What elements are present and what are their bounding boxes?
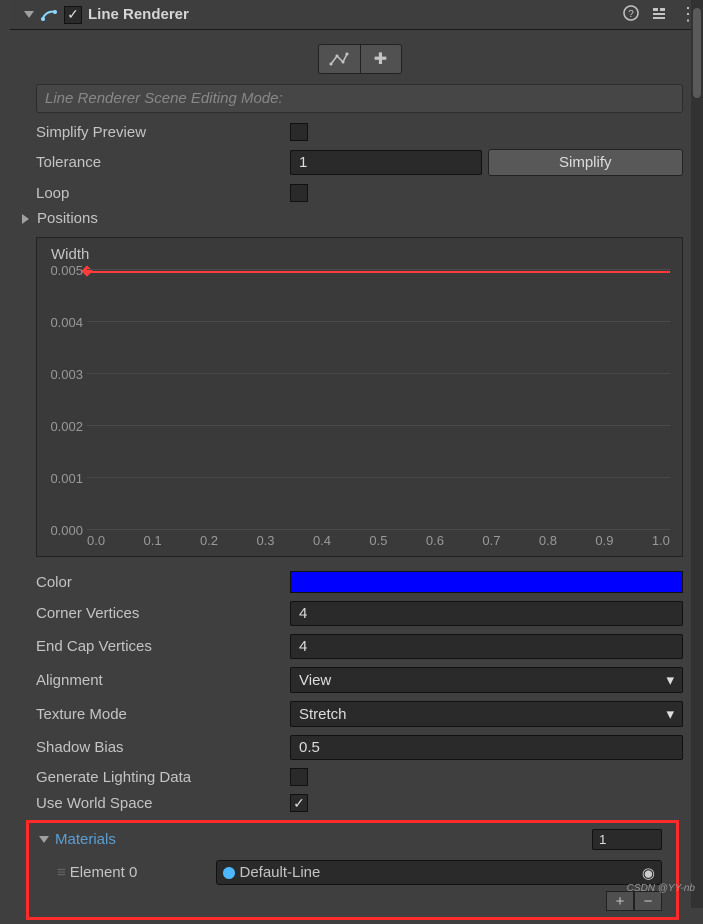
remove-element-button[interactable]: − xyxy=(634,891,662,911)
materials-foldout-icon[interactable] xyxy=(39,836,49,843)
width-label: Width xyxy=(47,244,670,269)
preset-icon[interactable] xyxy=(651,5,667,25)
materials-size-input[interactable] xyxy=(592,829,662,850)
help-icon[interactable]: ? xyxy=(623,5,639,25)
materials-label: Materials xyxy=(55,831,586,848)
shadow-bias-input[interactable] xyxy=(290,735,683,760)
end-cap-vertices-input[interactable] xyxy=(290,634,683,659)
simplify-button[interactable]: Simplify xyxy=(488,149,684,176)
generate-lighting-label: Generate Lighting Data xyxy=(36,769,282,786)
scrollbar-thumb[interactable] xyxy=(693,8,701,98)
color-gradient-field[interactable] xyxy=(290,571,683,593)
element-0-object-field[interactable]: Default-Line ◉ xyxy=(216,860,662,885)
positions-foldout-icon[interactable] xyxy=(22,214,29,224)
editing-mode-label: Line Renderer Scene Editing Mode: xyxy=(36,84,683,113)
object-picker-icon[interactable]: ◉ xyxy=(642,864,655,882)
simplify-preview-label: Simplify Preview xyxy=(36,124,282,141)
line-renderer-icon xyxy=(40,6,58,24)
tolerance-input[interactable] xyxy=(290,150,482,175)
materials-section: Materials ≡ Element 0 Default-Line ◉ + − xyxy=(26,820,679,920)
loop-label: Loop xyxy=(36,185,282,202)
corner-vertices-label: Corner Vertices xyxy=(36,605,282,622)
texture-mode-dropdown[interactable]: Stretch▾ xyxy=(290,701,683,727)
loop-checkbox[interactable] xyxy=(290,184,308,202)
positions-label: Positions xyxy=(37,210,98,227)
width-curve-editor[interactable]: Width 0.005 0.004 0.003 0.002 0.001 0.00… xyxy=(36,237,683,557)
end-cap-vertices-label: End Cap Vertices xyxy=(36,638,282,655)
chevron-down-icon: ▾ xyxy=(666,705,674,723)
color-label: Color xyxy=(36,574,282,591)
simplify-preview-checkbox[interactable] xyxy=(290,123,308,141)
alignment-label: Alignment xyxy=(36,672,282,689)
add-point-button[interactable]: ✚ xyxy=(360,44,402,74)
component-title: Line Renderer xyxy=(88,6,617,23)
curve-line[interactable] xyxy=(87,271,670,273)
foldout-toggle-icon[interactable] xyxy=(24,11,34,18)
xaxis-ticks: 0.00.10.20.30.40.50.60.70.80.91.0 xyxy=(87,533,670,548)
generate-lighting-checkbox[interactable] xyxy=(290,768,308,786)
use-world-space-label: Use World Space xyxy=(36,795,282,812)
component-header[interactable]: Line Renderer ? ⋮ xyxy=(10,0,703,30)
chevron-down-icon: ▾ xyxy=(666,671,674,689)
element-0-label: Element 0 xyxy=(70,864,209,881)
scrollbar[interactable] xyxy=(691,0,703,908)
add-element-button[interactable]: + xyxy=(606,891,634,911)
use-world-space-checkbox[interactable] xyxy=(290,794,308,812)
component-enabled-checkbox[interactable] xyxy=(64,6,82,24)
material-type-icon xyxy=(223,867,235,879)
alignment-dropdown[interactable]: View▾ xyxy=(290,667,683,693)
tolerance-label: Tolerance xyxy=(36,154,282,171)
texture-mode-label: Texture Mode xyxy=(36,706,282,723)
svg-text:?: ? xyxy=(628,9,634,20)
drag-handle-icon[interactable]: ≡ xyxy=(57,864,62,881)
corner-vertices-input[interactable] xyxy=(290,601,683,626)
edit-points-button[interactable] xyxy=(318,44,360,74)
shadow-bias-label: Shadow Bias xyxy=(36,739,282,756)
watermark: CSDN @YY-nb xyxy=(627,883,695,894)
